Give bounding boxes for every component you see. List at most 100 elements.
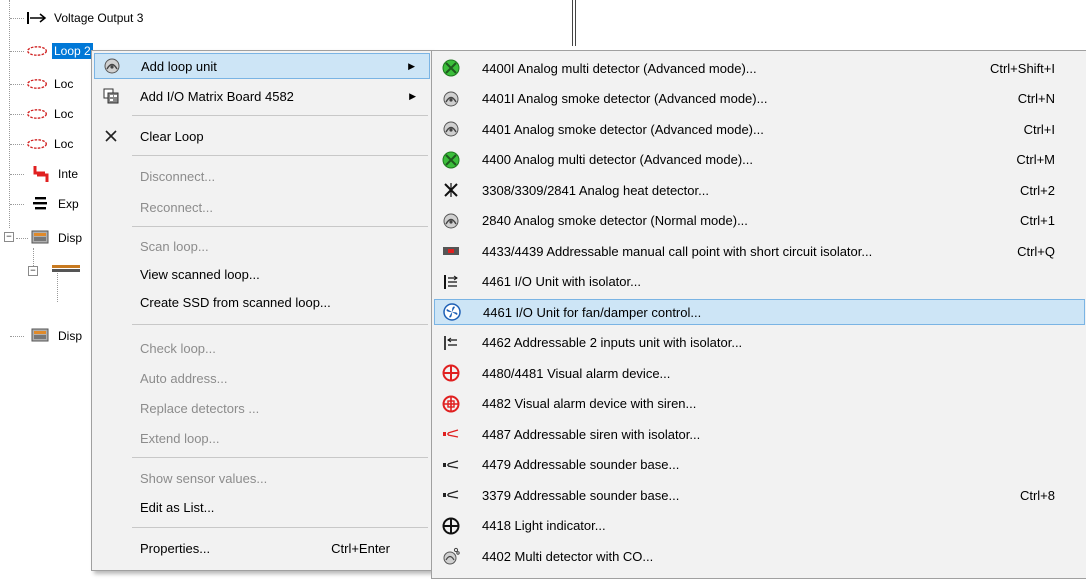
menu-item-scan-loop[interactable]: Scan loop... xyxy=(94,233,430,259)
submenu-item-label: 3308/3309/2841 Analog heat detector... xyxy=(482,182,709,198)
heat-detector-icon xyxy=(440,179,462,201)
submenu-item-label: 4433/4439 Addressable manual call point … xyxy=(482,243,873,259)
submenu-item[interactable]: 4401 Analog smoke detector (Advanced mod… xyxy=(434,116,1085,142)
tree-item-label: Disp xyxy=(58,329,83,343)
menu-item-clear-loop[interactable]: Clear Loop xyxy=(94,123,430,149)
tree-item-label: Loc xyxy=(54,137,74,151)
tree-item-display[interactable]: Disp xyxy=(10,325,84,347)
sounder-icon xyxy=(440,484,462,506)
menu-item-label: Show sensor values... xyxy=(140,470,268,486)
submenu-item[interactable]: 3308/3309/2841 Analog heat detector... Ct… xyxy=(434,177,1085,203)
loop-icon xyxy=(26,42,48,60)
submenu-item-shortcut: Ctrl+N xyxy=(1017,91,1055,106)
menu-item-label: Scan loop... xyxy=(140,238,209,254)
tree-item-loop[interactable]: Loc xyxy=(10,103,75,125)
pane-splitter[interactable] xyxy=(572,0,576,46)
menu-item-label: Reconnect... xyxy=(140,199,213,215)
tree-item-expansion[interactable]: Exp xyxy=(10,193,81,215)
submenu-item-label: 4482 Visual alarm device with siren... xyxy=(482,396,697,411)
co-detector-icon xyxy=(440,545,462,567)
submenu-item[interactable]: 4461 I/O Unit for fan/damper control... xyxy=(434,299,1085,325)
menu-item-label: Check loop... xyxy=(140,340,216,356)
submenu-item[interactable]: 4400 Analog multi detector (Advanced mod… xyxy=(434,147,1085,173)
loop-icon xyxy=(26,105,48,123)
tree-item-display[interactable]: Disp xyxy=(10,227,84,249)
submenu-item[interactable]: 4433/4439 Addressable manual call point … xyxy=(434,238,1085,264)
menu-item-label: Edit as List... xyxy=(140,499,215,515)
menu-item-shortcut: Ctrl+Enter xyxy=(331,540,390,556)
submenu-item[interactable]: 4487 Addressable siren with isolator... xyxy=(434,421,1085,447)
menu-item-check-loop[interactable]: Check loop... xyxy=(94,335,430,361)
submenu-item[interactable]: 4402 Multi detector with CO... xyxy=(434,543,1085,569)
menu-item-add-io-matrix[interactable]: Add I/O Matrix Board 4582 ▶ xyxy=(94,83,430,109)
submenu-item-label: 4487 Addressable siren with isolator... xyxy=(482,426,701,442)
tree-item-interface[interactable]: Inte xyxy=(10,163,80,185)
context-menu: Add loop unit ▶ Add I/O Matrix Board 458… xyxy=(91,50,433,571)
submenu-item[interactable]: 4462 Addressable 2 inputs unit with isol… xyxy=(434,330,1085,356)
menu-item-create-ssd[interactable]: Create SSD from scanned loop... xyxy=(94,289,430,315)
menu-separator xyxy=(132,115,428,116)
submenu-item-label: 4480/4481 Visual alarm device... xyxy=(482,365,671,381)
submenu-item[interactable]: 4401I Analog smoke detector (Advanced mo… xyxy=(434,86,1085,112)
submenu-item[interactable]: 4480/4481 Visual alarm device... xyxy=(434,360,1085,386)
submenu-arrow-icon: ▶ xyxy=(409,90,416,101)
menu-item-auto-address[interactable]: Auto address... xyxy=(94,365,430,391)
tree-item-loop-selected[interactable]: Loop 2 xyxy=(10,40,93,62)
menu-separator xyxy=(132,155,428,156)
submenu-item[interactable]: 4400I Analog multi detector (Advanced mo… xyxy=(434,55,1085,81)
submenu-item-label: 4401 Analog smoke detector (Advanced mod… xyxy=(482,121,764,137)
menu-item-label: Add loop unit xyxy=(141,58,217,74)
menu-item-label: Add I/O Matrix Board 4582 xyxy=(140,88,294,104)
submenu-item-label: 4462 Addressable 2 inputs unit with isol… xyxy=(482,335,743,350)
call-point-icon xyxy=(440,240,462,262)
tree-item-label: Loc xyxy=(54,107,74,121)
menu-item-view-scanned-loop[interactable]: View scanned loop... xyxy=(94,261,430,287)
menu-item-reconnect[interactable]: Reconnect... xyxy=(94,194,430,220)
submenu-item-shortcut: Ctrl+8 xyxy=(1019,487,1055,503)
display-icon xyxy=(30,327,52,345)
submenu-item-shortcut: Ctrl+Q xyxy=(1017,243,1055,259)
input-unit-icon xyxy=(440,332,462,354)
menu-item-label: Disconnect... xyxy=(140,168,216,184)
loop-icon xyxy=(26,75,48,93)
menu-item-properties[interactable]: Properties... Ctrl+Enter xyxy=(94,535,430,561)
submenu-item-shortcut: Ctrl+2 xyxy=(1019,182,1055,198)
fan-icon xyxy=(441,301,463,323)
tree-item-label: Voltage Output 3 xyxy=(54,11,144,25)
submenu-item-shortcut: Ctrl+Shift+I xyxy=(989,60,1055,76)
collapse-toggle[interactable]: − xyxy=(28,266,38,276)
submenu-item[interactable]: 4461 I/O Unit with isolator... xyxy=(434,269,1085,295)
menu-separator xyxy=(132,527,428,528)
menu-item-extend-loop[interactable]: Extend loop... xyxy=(94,425,430,451)
submenu-item-label: 4401I Analog smoke detector (Advanced mo… xyxy=(482,91,768,106)
smoke-detector-icon xyxy=(440,88,462,110)
submenu-item[interactable]: 4479 Addressable sounder base... xyxy=(434,452,1085,478)
menu-item-edit-as-list[interactable]: Edit as List... xyxy=(94,494,430,520)
submenu-item[interactable]: 2840 Analog smoke detector (Normal mode)… xyxy=(434,208,1085,234)
submenu-item[interactable]: 4418 Light indicator... xyxy=(434,513,1085,539)
tree-item-loop[interactable]: Loc xyxy=(10,73,75,95)
submenu-item-label: 2840 Analog smoke detector (Normal mode)… xyxy=(482,213,748,228)
menu-separator xyxy=(132,226,428,227)
multi-detector-icon xyxy=(440,57,462,79)
menu-item-disconnect[interactable]: Disconnect... xyxy=(94,163,430,189)
menu-item-label: View scanned loop... xyxy=(140,266,260,282)
menu-item-add-loop-unit[interactable]: Add loop unit ▶ xyxy=(94,53,430,79)
submenu-arrow-icon: ▶ xyxy=(408,60,415,71)
menu-item-label: Properties... xyxy=(140,540,211,556)
submenu-item-label: 4400 Analog multi detector (Advanced mod… xyxy=(482,152,753,167)
menu-item-show-sensor-values[interactable]: Show sensor values... xyxy=(94,465,430,491)
tree-item-label: Loc xyxy=(54,77,74,91)
close-icon xyxy=(100,125,122,147)
menu-item-replace-detectors[interactable]: Replace detectors ... xyxy=(94,395,430,421)
menu-item-label: Replace detectors ... xyxy=(140,400,260,416)
tree-item-voltage-output-3[interactable]: Voltage Output 3 xyxy=(10,7,145,29)
submenu-item-label: 4400I Analog multi detector (Advanced mo… xyxy=(482,60,757,76)
submenu-item[interactable]: 3379 Addressable sounder base... Ctrl+8 xyxy=(434,482,1085,508)
submenu-item-shortcut: Ctrl+M xyxy=(1016,152,1055,167)
arrow-right-icon xyxy=(26,9,48,27)
submenu-item[interactable]: 4482 Visual alarm device with siren... xyxy=(434,391,1085,417)
tree-item-loop[interactable]: Loc xyxy=(10,133,75,155)
light-indicator-icon xyxy=(440,515,462,537)
siren-icon xyxy=(440,423,462,445)
